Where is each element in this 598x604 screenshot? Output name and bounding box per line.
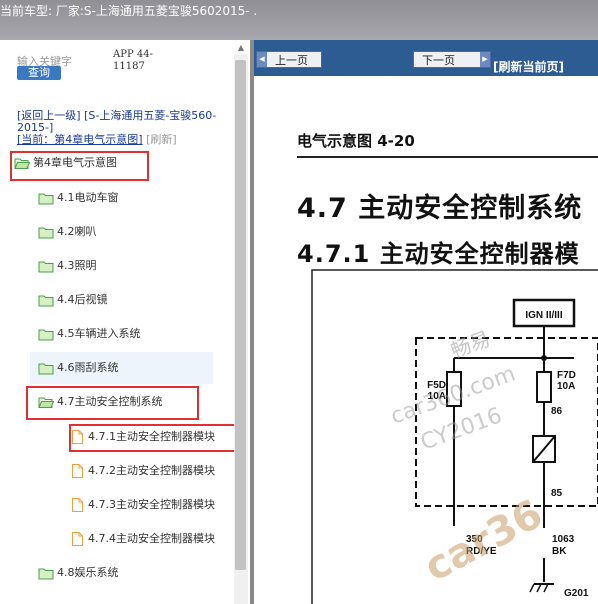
tree-item-4-6[interactable]: 4.6雨刮系统 <box>38 356 119 380</box>
tree-item-label: 4.8娱乐系统 <box>57 566 119 579</box>
tree-item-4-8[interactable]: 4.8娱乐系统 <box>38 561 119 585</box>
fuse-f7d <box>536 371 552 403</box>
folder-icon <box>38 295 54 306</box>
wire-1063-num: 1063 <box>552 534 575 545</box>
document-icon <box>72 464 83 478</box>
app-code: APP 44-11187 <box>113 49 153 72</box>
tree-subitem-4-7-2[interactable]: 4.7.2主动安全控制器模块 <box>72 459 215 483</box>
prev-page-label: 上一页 <box>275 54 308 67</box>
document-viewer: 电气示意图 4-20 4.7 主动安全控制系统 4.7.1 主动安全控制器模 I… <box>254 76 598 604</box>
fuse-f7d-name: F7D <box>557 370 576 381</box>
tree-item-label: 4.7.3主动安全控制器模块 <box>88 498 215 511</box>
tree-item-4-5[interactable]: 4.5车辆进入系统 <box>38 322 141 346</box>
pin-85: 85 <box>551 488 563 499</box>
refresh-page-link[interactable]: [刷新当前页] <box>493 58 564 75</box>
arrow-right-icon: ▶ <box>480 52 490 67</box>
folder-icon <box>38 568 54 579</box>
document-icon <box>72 532 83 546</box>
tree-item-label: 4.7.2主动安全控制器模块 <box>88 464 215 477</box>
arrow-left-icon: ◀ <box>257 52 267 67</box>
ign-label: IGN II/III <box>525 310 562 321</box>
tree-item-label: 4.5车辆进入系统 <box>57 327 141 340</box>
next-page-button[interactable]: 下一页 ▶ <box>413 51 491 68</box>
tree-item-4-2[interactable]: 4.2喇叭 <box>38 220 97 244</box>
tree-subitem-4-7-3[interactable]: 4.7.3主动安全控制器模块 <box>72 493 215 517</box>
scroll-up-icon[interactable]: ▲ <box>236 43 246 53</box>
highlight-box <box>69 424 247 452</box>
wiring-diagram: IGN II/III F5D 10A F7D 10A 86 85 350 RD/… <box>311 269 598 604</box>
search-button[interactable]: 查询 <box>17 66 61 80</box>
document-icon <box>72 498 83 512</box>
tree-item-label: 4.7.4主动安全控制器模块 <box>88 532 215 545</box>
current-location[interactable]: [当前：第4章电气示意图] <box>17 133 143 146</box>
folder-icon <box>38 227 54 238</box>
pin-86: 86 <box>551 406 563 417</box>
fuse-f7d-rating: 10A <box>557 381 575 392</box>
scrollbar-thumb[interactable] <box>235 60 246 570</box>
folder-icon <box>38 363 54 374</box>
tree-item-label: 4.3照明 <box>57 259 97 272</box>
tree-item-label: 4.1电动车窗 <box>57 191 119 204</box>
tree-item-label: 4.6雨刮系统 <box>57 361 119 374</box>
ground-label: G201 <box>564 588 589 599</box>
tree-item-label: 4.4后视镜 <box>57 293 108 306</box>
folder-icon <box>38 329 54 340</box>
highlight-box <box>26 386 199 420</box>
refresh-tree-link[interactable]: [刷新] <box>146 133 177 146</box>
tree-item-4-1[interactable]: 4.1电动车窗 <box>38 186 119 210</box>
folder-icon <box>38 261 54 272</box>
vehicle-title: 当前车型: 厂家:S-上海通用五菱宝骏5602015- . <box>0 4 258 18</box>
breadcrumb: [返回上一级] [S-上海通用五菱-宝骏560-2015-] [当前：第4章电气… <box>17 110 237 146</box>
wire-1063-color: BK <box>552 546 567 557</box>
tree-subitem-4-7-4[interactable]: 4.7.4主动安全控制器模块 <box>72 527 215 551</box>
next-page-label: 下一页 <box>422 54 455 67</box>
tree-item-4-3[interactable]: 4.3照明 <box>38 254 97 278</box>
tree-item-label: 4.2喇叭 <box>57 225 97 238</box>
tree-item-4-4[interactable]: 4.4后视镜 <box>38 288 108 312</box>
highlight-box <box>10 151 149 181</box>
title-bar: 当前车型: 厂家:S-上海通用五菱宝骏5602015- . <box>0 0 598 40</box>
folder-icon <box>38 193 54 204</box>
prev-page-button[interactable]: ◀ 上一页 <box>256 51 322 68</box>
